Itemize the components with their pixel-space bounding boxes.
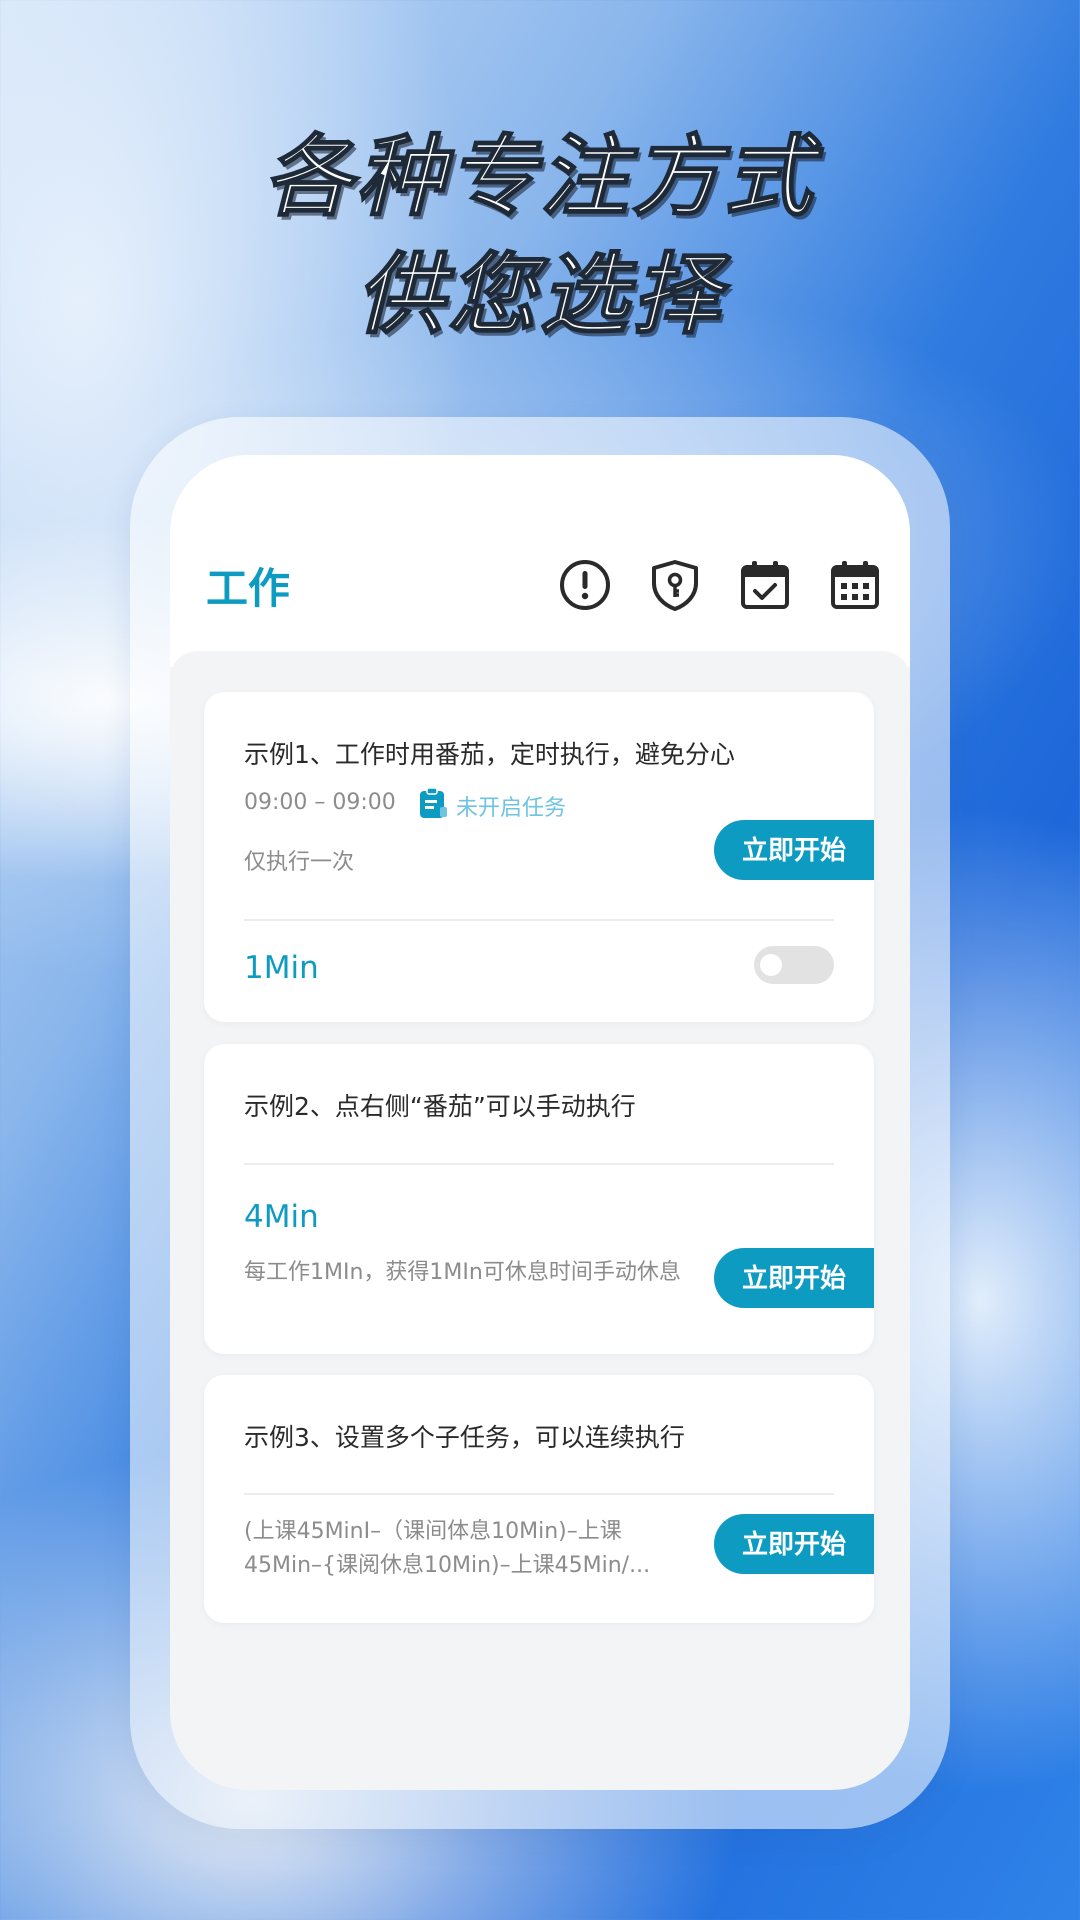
start-now-button[interactable]: 立即开始 [714, 820, 874, 880]
task-card[interactable]: 示例2、点右侧“番茄”可以手动执行 4Min 每工作1MIn，获得1MIn可休息… [204, 1044, 874, 1354]
task-title: 示例3、设置多个子任务，可以连续执行 [244, 1423, 685, 1452]
page-title: 工作 [206, 564, 291, 613]
phone-screen: 工作 示例1、工作时用番茄，定时执行，避免分心 09:00 – 09:00 未开… [170, 455, 910, 1790]
headline-line-1: 各种专注方式 [263, 124, 816, 229]
divider [244, 919, 834, 921]
task-card[interactable]: 示例1、工作时用番茄，定时执行，避免分心 09:00 – 09:00 未开启任务… [204, 692, 874, 1022]
calendar-grid-icon[interactable] [828, 558, 882, 612]
task-duration: 4Min [244, 1199, 319, 1235]
task-time-range: 09:00 – 09:00 [244, 790, 396, 815]
calendar-check-icon[interactable] [738, 558, 792, 612]
start-now-button[interactable]: 立即开始 [714, 1248, 874, 1308]
task-title: 示例1、工作时用番茄，定时执行，避免分心 [244, 740, 735, 769]
task-title: 示例2、点右侧“番茄”可以手动执行 [244, 1092, 636, 1121]
task-status: 未开启任务 [456, 796, 567, 821]
alert-icon[interactable] [558, 558, 612, 612]
content-area [170, 651, 910, 691]
divider [244, 1163, 834, 1165]
headline: 各种专注方式 供您选择 [0, 118, 1080, 354]
task-toggle[interactable] [754, 946, 834, 984]
toggle-knob [760, 954, 782, 976]
task-repeat: 仅执行一次 [244, 850, 355, 875]
shield-key-icon[interactable] [648, 558, 702, 612]
task-description: 每工作1MIn，获得1MIn可休息时间手动休息 [244, 1260, 681, 1285]
task-subtasks: (上课45MinI–（课间体息10Min)–上课45Min–{课阅休息10Min… [244, 1519, 651, 1578]
task-status-icon [420, 787, 447, 818]
divider [244, 1493, 834, 1495]
headline-line-2: 供您选择 [355, 242, 724, 347]
start-now-button[interactable]: 立即开始 [714, 1514, 874, 1574]
task-card[interactable]: 示例3、设置多个子任务，可以连续执行 (上课45MinI–（课间体息10Min)… [204, 1375, 874, 1623]
app-bar: 工作 [170, 455, 910, 667]
task-duration: 1Min [244, 950, 319, 986]
